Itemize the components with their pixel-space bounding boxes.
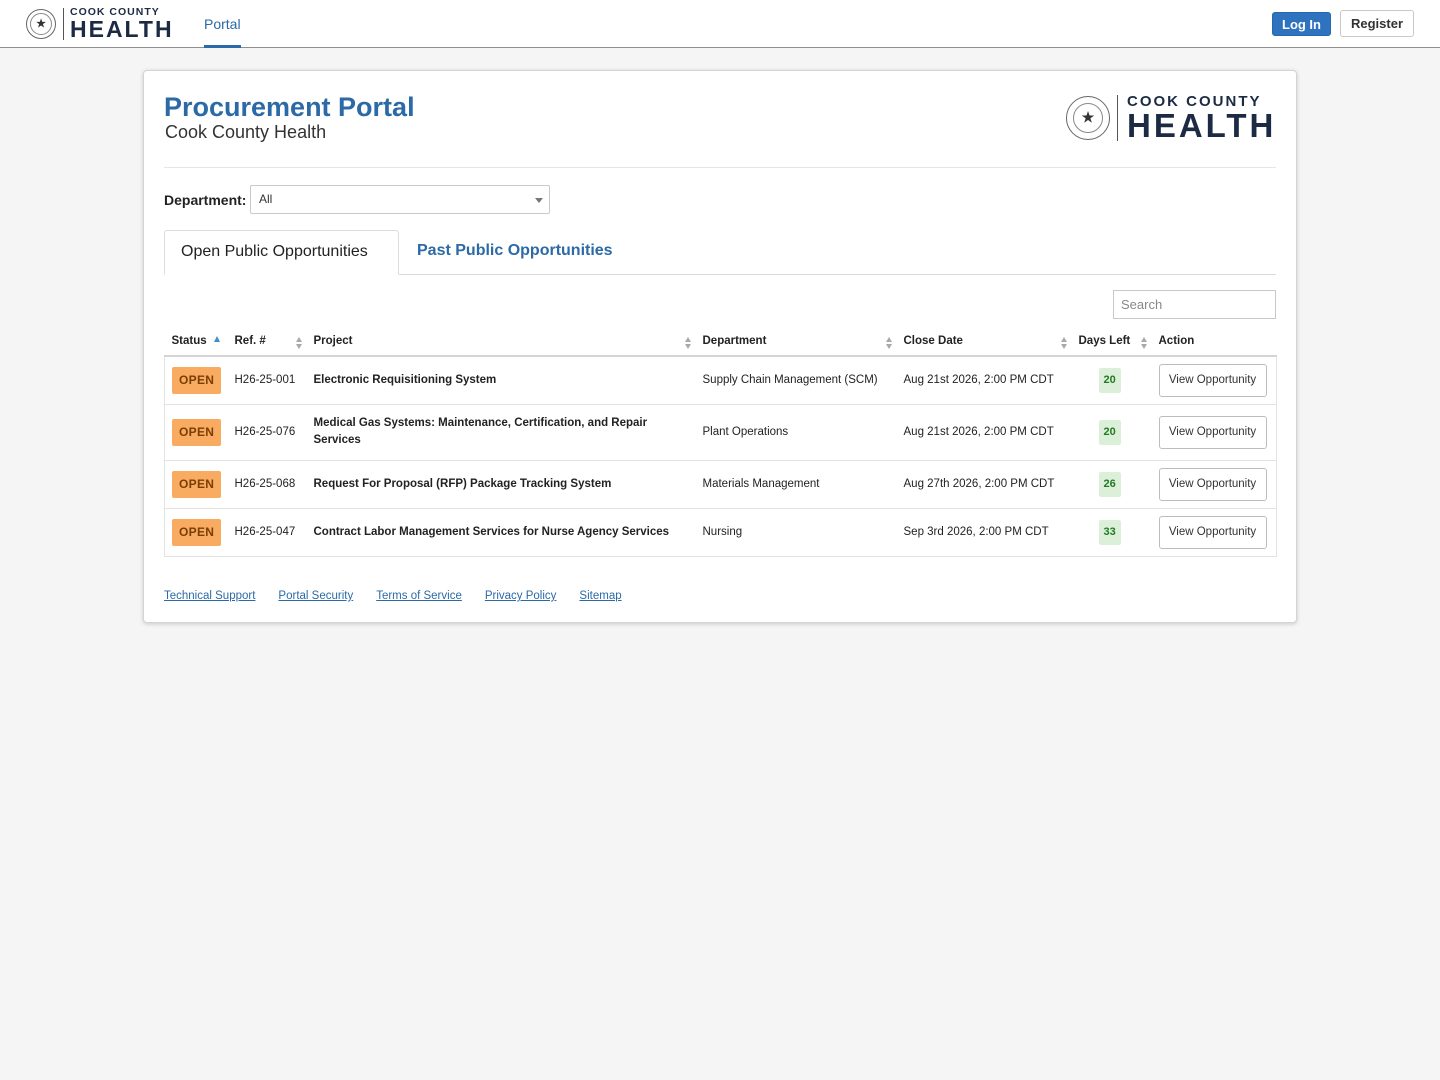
opportunities-table: Status Ref. # Project Department Close D… <box>164 327 1277 557</box>
logo-wordmark: COOK COUNTY HEALTH <box>70 7 174 42</box>
status-badge: OPEN <box>172 470 222 498</box>
table-row: OPEN H26-25-068 Request For Proposal (RF… <box>164 460 1277 509</box>
top-navbar: ★ COOK COUNTY HEALTH Portal Log In Regis… <box>0 0 1440 48</box>
logo-divider <box>1117 94 1118 141</box>
tab-past-opportunities[interactable]: Past Public Opportunities <box>417 242 613 260</box>
seal-logo-icon: ★ <box>26 8 56 39</box>
logo-text-big: HEALTH <box>70 16 174 42</box>
nav-tab-portal[interactable]: Portal <box>204 0 241 48</box>
department-select[interactable]: All <box>250 185 550 214</box>
portal-card: Procurement Portal Cook County Health ★ … <box>143 70 1297 623</box>
column-header-days-left[interactable]: Days Left <box>1071 327 1152 357</box>
project-name: Request For Proposal (RFP) Package Track… <box>306 460 696 509</box>
sort-asc-icon <box>213 336 220 342</box>
logo-text-big: HEALTH <box>1127 107 1277 144</box>
nav-tab-portal-label: Portal <box>204 16 241 32</box>
sort-icon <box>1140 337 1148 349</box>
seal-logo-icon: ★ <box>1066 95 1110 140</box>
footer-link-portal-security[interactable]: Portal Security <box>278 590 353 602</box>
view-opportunity-button[interactable]: View Opportunity <box>1158 467 1267 501</box>
close-date: Aug 27th 2026, 2:00 PM CDT <box>896 460 1072 509</box>
close-date: Aug 21st 2026, 2:00 PM CDT <box>896 404 1072 461</box>
days-left-badge: 20 <box>1098 419 1121 445</box>
ref-number: H26-25-068 <box>227 460 307 509</box>
header-logo: ★ COOK COUNTY HEALTH <box>1066 93 1276 142</box>
sort-icon <box>1060 337 1068 349</box>
status-badge: OPEN <box>172 418 222 446</box>
view-opportunity-button[interactable]: View Opportunity <box>1158 415 1267 449</box>
column-header-department[interactable]: Department <box>695 327 897 357</box>
page-subtitle: Cook County Health <box>165 122 327 142</box>
days-left-badge: 20 <box>1098 367 1121 393</box>
ref-number: H26-25-001 <box>227 356 307 405</box>
ref-number: H26-25-076 <box>227 404 307 461</box>
login-button[interactable]: Log In <box>1272 12 1331 36</box>
footer-link-sitemap[interactable]: Sitemap <box>579 590 621 602</box>
column-header-project[interactable]: Project <box>306 327 696 357</box>
footer-link-terms-of-service[interactable]: Terms of Service <box>376 590 462 602</box>
column-header-close-date[interactable]: Close Date <box>896 327 1072 357</box>
department-name: Plant Operations <box>695 404 897 461</box>
nav-logo[interactable]: ★ COOK COUNTY HEALTH <box>26 7 174 42</box>
department-name: Nursing <box>695 508 897 557</box>
table-row: OPEN H26-25-001 Electronic Requisitionin… <box>164 356 1277 405</box>
column-header-ref[interactable]: Ref. # <box>227 327 307 357</box>
days-left-badge: 26 <box>1098 471 1121 497</box>
close-date: Sep 3rd 2026, 2:00 PM CDT <box>896 508 1072 557</box>
department-name: Materials Management <box>695 460 897 509</box>
sort-icon <box>885 337 893 349</box>
tab-open-opportunities[interactable]: Open Public Opportunities <box>164 230 399 275</box>
logo-wordmark: COOK COUNTY HEALTH <box>1127 93 1276 142</box>
project-name: Contract Labor Management Services for N… <box>306 508 696 557</box>
project-name: Electronic Requisitioning System <box>306 356 696 405</box>
department-select-value: All <box>259 192 273 206</box>
view-opportunity-button[interactable]: View Opportunity <box>1158 515 1267 549</box>
footer-link-technical-support[interactable]: Technical Support <box>164 590 255 602</box>
sort-icon <box>684 337 692 349</box>
table-row: OPEN H26-25-047 Contract Labor Managemen… <box>164 508 1277 557</box>
column-header-status[interactable]: Status <box>164 327 228 357</box>
department-label: Department: <box>164 192 247 208</box>
chevron-down-icon <box>535 198 543 203</box>
status-badge: OPEN <box>172 518 222 546</box>
close-date: Aug 21st 2026, 2:00 PM CDT <box>896 356 1072 405</box>
view-opportunity-button[interactable]: View Opportunity <box>1158 363 1267 397</box>
days-left-badge: 33 <box>1098 519 1121 545</box>
sort-icon <box>295 337 303 349</box>
register-button[interactable]: Register <box>1340 10 1414 37</box>
column-header-action: Action <box>1151 327 1277 357</box>
table-row: OPEN H26-25-076 Medical Gas Systems: Mai… <box>164 404 1277 461</box>
ref-number: H26-25-047 <box>227 508 307 557</box>
project-name: Medical Gas Systems: Maintenance, Certif… <box>306 404 696 461</box>
logo-divider <box>63 7 64 40</box>
department-name: Supply Chain Management (SCM) <box>695 356 897 405</box>
search-input[interactable] <box>1113 290 1276 319</box>
footer-links: Technical Support Portal Security Terms … <box>164 590 645 602</box>
page-title: Procurement Portal <box>164 92 415 122</box>
footer-link-privacy-policy[interactable]: Privacy Policy <box>485 590 557 602</box>
header-divider <box>164 167 1276 168</box>
active-tab-underline <box>204 45 241 48</box>
table-header-row: Status Ref. # Project Department Close D… <box>164 327 1277 357</box>
status-badge: OPEN <box>172 366 222 394</box>
